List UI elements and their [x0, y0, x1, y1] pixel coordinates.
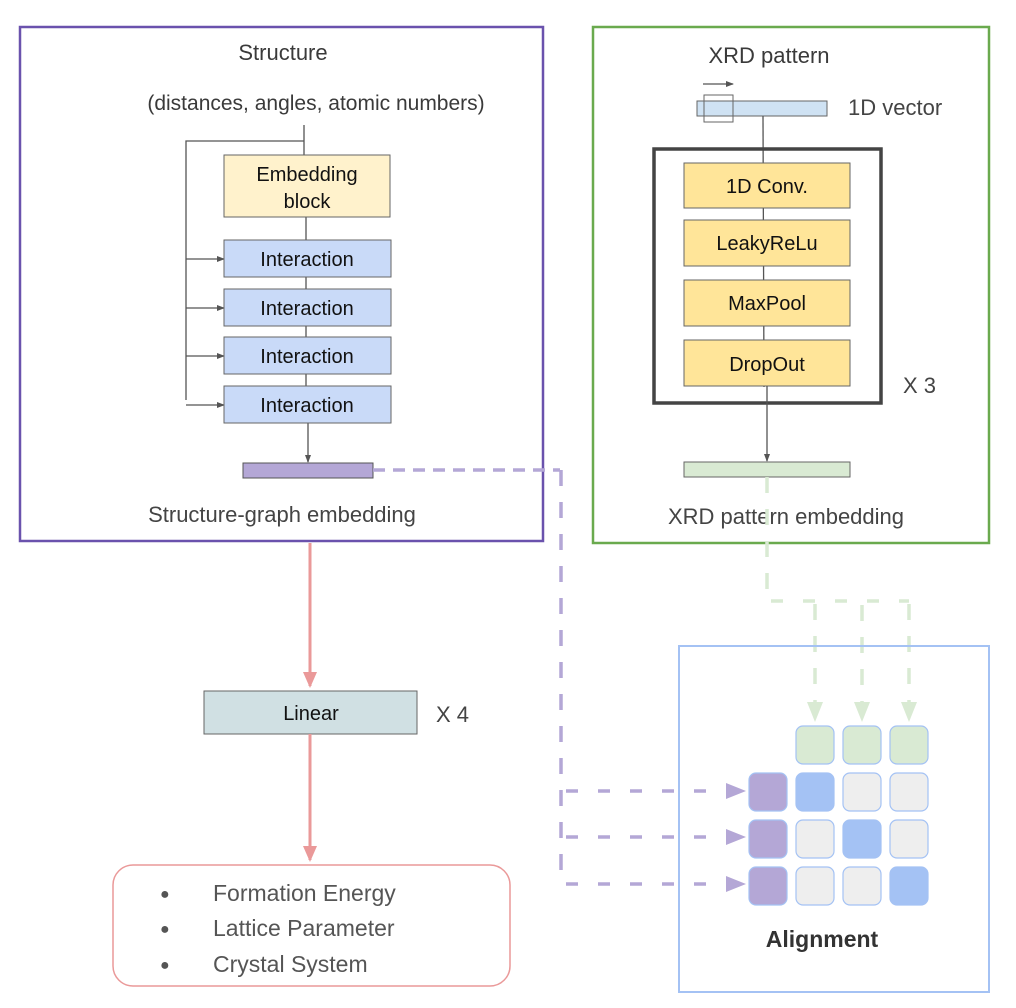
structure-embedding-vector [242, 462, 374, 479]
linear-block: Linear [203, 690, 418, 735]
structure-embedding-connectors [373, 468, 746, 892]
interaction-block: Interaction [223, 385, 392, 424]
alignment-panel: Alignment [678, 645, 990, 993]
embedding-block-line1: Embedding [256, 164, 357, 186]
structure-panel: Structure (distances, angles, atomic num… [18, 25, 545, 543]
cnn-layer-label: MaxPool [728, 293, 806, 315]
structure-embedding-cell [748, 772, 788, 812]
linear-label: Linear [283, 703, 339, 725]
interaction-label: Interaction [260, 346, 353, 368]
cnn-layer-conv: 1D Conv. [683, 162, 851, 209]
xrd-panel: XRD pattern 1D vector 1D Conv. LeakyReLu… [591, 25, 991, 545]
xrd-input-vector [696, 100, 828, 117]
interaction-label: Interaction [260, 298, 353, 320]
matrix-cell-unmatched [889, 772, 929, 812]
property-head: Linear X 4 ● Formation Energy ● Lattice … [112, 543, 511, 987]
output-properties-box: ● Formation Energy ● Lattice Parameter ●… [112, 864, 511, 987]
matrix-cell-matched [889, 866, 929, 906]
xrd-embedding-cell [842, 725, 882, 765]
structure-embedding-cell [748, 866, 788, 906]
alignment-matrix [748, 725, 929, 906]
matrix-cell-unmatched [795, 819, 835, 859]
output-property-item: Formation Energy [213, 880, 396, 906]
structure-embedding-cell [748, 819, 788, 859]
cnn-layer-activation: LeakyReLu [683, 219, 851, 267]
alignment-title: Alignment [766, 926, 879, 952]
xrd-embedding-label: XRD pattern embedding [668, 504, 904, 529]
interaction-label: Interaction [260, 249, 353, 271]
bullet-icon: ● [160, 921, 170, 938]
xrd-embedding-vector [683, 461, 851, 478]
xrd-embedding-cell [889, 725, 929, 765]
matrix-cell-matched [842, 819, 882, 859]
structure-embedding-label: Structure-graph embedding [148, 502, 416, 527]
matrix-cell-unmatched [889, 819, 929, 859]
xrd-vector-label: 1D vector [848, 95, 942, 120]
bullet-icon: ● [160, 957, 170, 974]
output-property-item: Crystal System [213, 951, 368, 977]
embedding-block-line2: block [284, 191, 332, 213]
matrix-cell-unmatched [842, 866, 882, 906]
embedding-block: Embedding block [223, 154, 391, 218]
bullet-icon: ● [160, 886, 170, 903]
cnn-layer-dropout: DropOut [683, 339, 851, 387]
interaction-block: Interaction [223, 239, 392, 278]
cnn-repeat-label: X 3 [903, 373, 936, 398]
xrd-embedding-cell [795, 725, 835, 765]
matrix-cell-matched [795, 772, 835, 812]
linear-repeat-label: X 4 [436, 702, 469, 727]
matrix-cell-unmatched [842, 772, 882, 812]
structure-title: Structure [238, 40, 327, 65]
xrd-title: XRD pattern [708, 43, 829, 68]
interaction-block: Interaction [223, 288, 392, 327]
cnn-layer-label: LeakyReLu [716, 233, 817, 255]
interaction-block: Interaction [223, 336, 392, 375]
cnn-layer-label: DropOut [729, 354, 805, 376]
structure-inputs-label: (distances, angles, atomic numbers) [147, 92, 484, 115]
cnn-layer-label: 1D Conv. [726, 176, 808, 198]
diagram-canvas: Structure (distances, angles, atomic num… [18, 25, 991, 993]
output-property-item: Lattice Parameter [213, 915, 395, 941]
cnn-layer-pool: MaxPool [683, 279, 851, 327]
interaction-label: Interaction [260, 395, 353, 417]
matrix-cell-unmatched [795, 866, 835, 906]
